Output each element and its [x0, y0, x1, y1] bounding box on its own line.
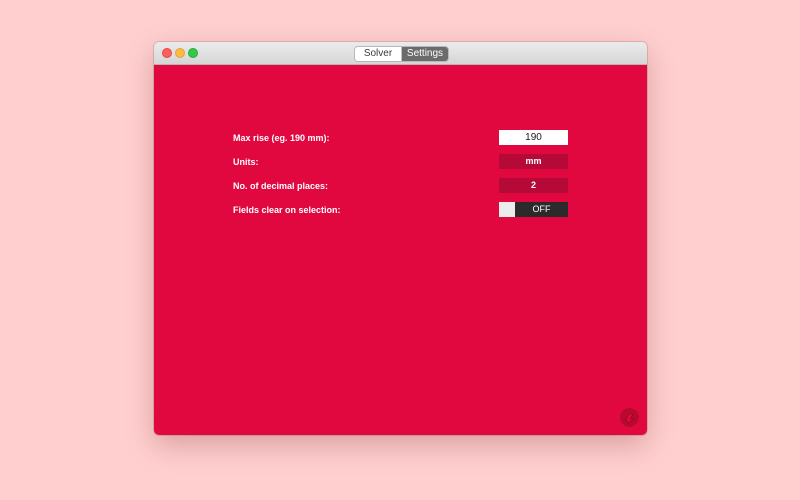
app-window: Solver Settings Max rise (eg. 190 mm): 1… [154, 42, 647, 435]
max-rise-input[interactable]: 190 [499, 130, 568, 145]
units-label: Units: [233, 157, 259, 167]
logo-badge-icon [620, 408, 639, 427]
max-rise-label: Max rise (eg. 190 mm): [233, 133, 330, 143]
settings-panel: Max rise (eg. 190 mm): 190 Units: mm No.… [154, 65, 647, 435]
fields-clear-label: Fields clear on selection: [233, 205, 341, 215]
fields-clear-toggle[interactable]: OFF [499, 202, 568, 217]
decimal-places-label: No. of decimal places: [233, 181, 329, 191]
minimize-window-button[interactable] [175, 48, 185, 58]
title-bar[interactable]: Solver Settings [154, 42, 647, 65]
close-window-button[interactable] [162, 48, 172, 58]
toggle-state-text: OFF [515, 202, 568, 217]
logo-mark-icon [625, 413, 635, 424]
tab-solver[interactable]: Solver [355, 47, 402, 61]
decimal-places-selector[interactable]: 2 [499, 178, 568, 193]
tab-settings[interactable]: Settings [402, 47, 448, 61]
units-selector[interactable]: mm [499, 154, 568, 169]
mode-tab-control: Solver Settings [354, 46, 449, 62]
zoom-window-button[interactable] [188, 48, 198, 58]
toggle-knob[interactable] [499, 202, 515, 217]
